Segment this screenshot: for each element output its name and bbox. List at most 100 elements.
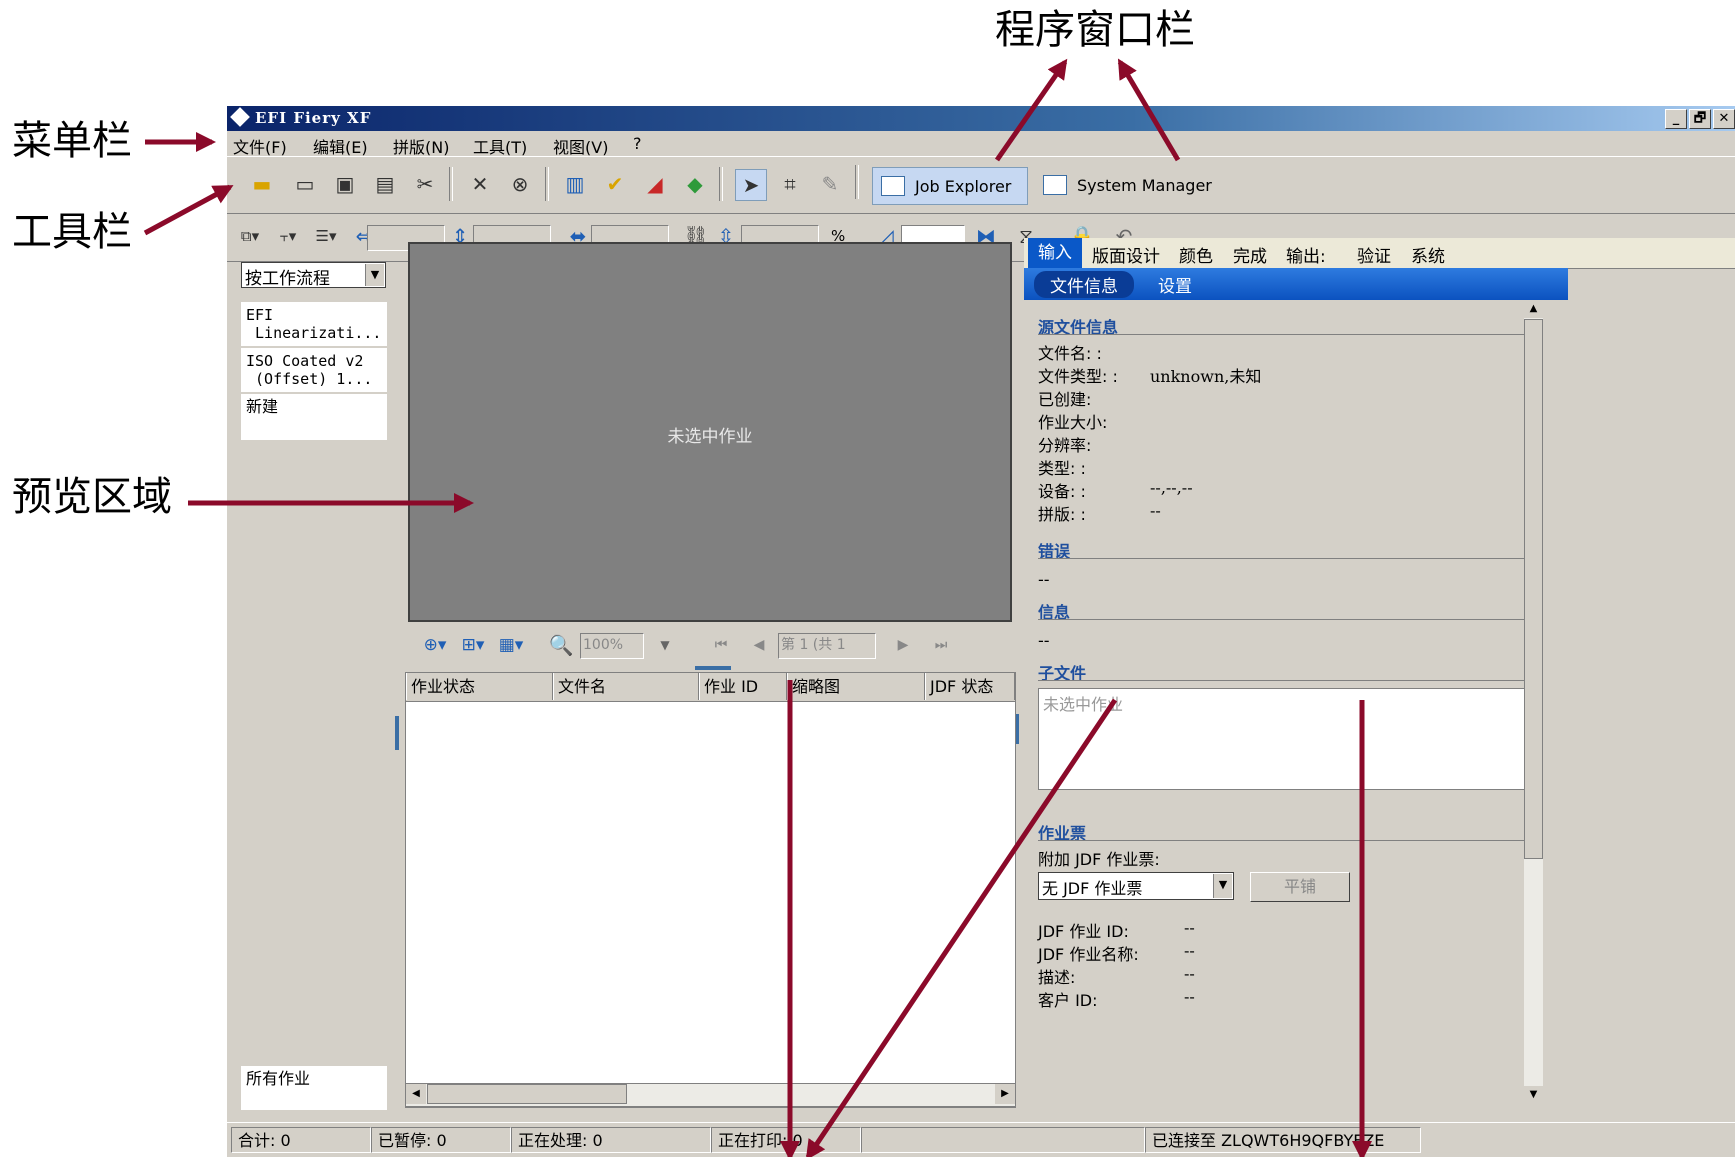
zoom-icon[interactable]: 🔍 — [546, 630, 576, 660]
scroll-thumb[interactable] — [427, 1084, 627, 1104]
select-pointer-icon[interactable]: ➤ — [735, 169, 767, 201]
jdf-description-value: -- — [1184, 964, 1195, 983]
crop-icon[interactable]: ⌗ — [775, 169, 805, 199]
print-icon[interactable]: ▤ — [370, 169, 400, 199]
tab-color[interactable]: 颜色 — [1179, 242, 1213, 267]
workflow-filter-select[interactable]: 按工作流程 ▼ — [241, 262, 386, 289]
subfiles-list[interactable]: 未选中作业 — [1038, 688, 1534, 790]
align-icon[interactable]: ⫟▾ — [273, 221, 303, 251]
archive-icon[interactable]: ⊗ — [505, 169, 535, 199]
zoom-dropdown-icon[interactable]: ▼ — [650, 630, 680, 660]
scroll-up-icon[interactable]: ▲ — [1524, 300, 1543, 318]
scroll-left-icon[interactable]: ◀ — [406, 1084, 426, 1104]
workflow-item[interactable]: EFI Linearizati... — [241, 302, 387, 346]
approve-icon[interactable]: ✔ — [600, 169, 630, 199]
column-jdf-status[interactable]: JDF 状态 — [925, 673, 1015, 700]
tab-verify[interactable]: 验证 — [1357, 242, 1391, 267]
efi-logo-icon — [230, 107, 250, 127]
fit-view-icon[interactable]: ⊕▾ — [420, 630, 450, 660]
menu-edit[interactable]: 编辑(E) — [313, 134, 368, 158]
page-indicator-text: 第 1 (共 1 — [781, 637, 846, 653]
menu-file[interactable]: 文件(F) — [233, 134, 287, 158]
arrow-toolbar — [143, 184, 234, 236]
field-file-name-label: 文件名: : — [1038, 344, 1102, 363]
zoom-input[interactable]: 100% — [580, 633, 644, 659]
menu-tools[interactable]: 工具(T) — [473, 134, 527, 158]
first-page-icon[interactable]: ⏮ — [706, 630, 736, 660]
title-bar: EFI Fiery XF _ 🗗 ✕ — [227, 106, 1735, 131]
menu-view[interactable]: 视图(V) — [553, 134, 608, 158]
column-thumbnail[interactable]: 缩略图 — [787, 673, 925, 700]
cut-icon[interactable]: ✂ — [410, 169, 440, 199]
grid-view-icon[interactable]: ▦▾ — [496, 630, 526, 660]
delete-icon[interactable]: ✕ — [465, 169, 495, 199]
tab-finish[interactable]: 完成 — [1233, 242, 1267, 267]
main-toolbar: ▬ ▭ ▣ ▤ ✂ ✕ ⊗ ▥ ✔ ◢ ◆ ➤ ⌗ ✎ Job Explorer… — [227, 156, 1735, 214]
system-manager-icon — [1043, 175, 1067, 195]
scroll-right-icon[interactable]: ▶ — [995, 1084, 1015, 1104]
status-bar: 合计: 0 已暂停: 0 正在处理: 0 正在打印: 0 已连接至 ZLQWT6… — [227, 1122, 1735, 1157]
tab-output[interactable]: 输出: — [1286, 242, 1326, 267]
subtab-settings[interactable]: 设置 — [1158, 272, 1192, 297]
job-explorer-button[interactable]: Job Explorer — [872, 167, 1028, 205]
layout-view-icon[interactable]: ⊞▾ — [458, 630, 488, 660]
page-indicator: 第 1 (共 1 — [778, 633, 876, 659]
open-book-icon[interactable]: ▭ — [290, 169, 320, 199]
color-tool-icon[interactable]: ◢ — [640, 169, 670, 199]
green-tool-icon[interactable]: ◆ — [680, 169, 710, 199]
left-splitter[interactable] — [395, 716, 399, 750]
jdf-job-name-value: -- — [1184, 941, 1195, 960]
chart-icon[interactable]: ▥ — [560, 169, 590, 199]
minimize-button[interactable]: _ — [1665, 109, 1687, 129]
job-list-table: 作业状态 文件名 作业 ID 缩略图 JDF 状态 — [405, 672, 1016, 1108]
distribute-icon[interactable]: ☰▾ — [311, 221, 341, 251]
subfiles-placeholder: 未选中作业 — [1043, 695, 1124, 714]
subtab-file-info[interactable]: 文件信息 — [1034, 271, 1134, 298]
all-jobs-item[interactable]: 所有作业 — [241, 1066, 387, 1110]
column-job-id[interactable]: 作业 ID — [699, 673, 787, 700]
jdf-customer-id-value: -- — [1184, 987, 1195, 1006]
field-job-size-label: 作业大小: — [1038, 413, 1108, 432]
menu-impose[interactable]: 拼版(N) — [393, 134, 449, 158]
restore-button[interactable]: 🗗 — [1689, 109, 1711, 129]
last-page-icon[interactable]: ⏭ — [926, 630, 956, 660]
property-subtabs: 文件信息 设置 — [1024, 268, 1568, 300]
tab-system[interactable]: 系统 — [1411, 242, 1445, 267]
status-printing: 正在打印: 0 — [711, 1127, 861, 1153]
menu-bar: 文件(F) 编辑(E) 拼版(N) 工具(T) 视图(V) ? — [227, 131, 1735, 158]
close-button[interactable]: ✕ — [1713, 109, 1735, 129]
workflow-item-new[interactable]: 新建 — [241, 394, 387, 440]
tab-layout[interactable]: 版面设计 — [1092, 242, 1160, 267]
arrange-icon[interactable]: ⧉▾ — [235, 221, 265, 251]
info-value: -- — [1038, 631, 1050, 650]
job-list-horizontal-scrollbar[interactable]: ◀ ▶ — [405, 1083, 1016, 1107]
status-paused: 已暂停: 0 — [371, 1127, 511, 1153]
menu-help[interactable]: ? — [633, 134, 642, 153]
scroll-down-icon[interactable]: ▼ — [1524, 1086, 1543, 1104]
pen-icon[interactable]: ✎ — [815, 169, 845, 199]
workflow-item[interactable]: ISO Coated v2 (Offset) 1... — [241, 348, 387, 392]
properties-vertical-scrollbar[interactable]: ▲ ▼ — [1524, 300, 1543, 1104]
errors-value: -- — [1038, 570, 1050, 589]
annotation-menu-bar: 菜单栏 — [12, 118, 132, 164]
next-page-icon[interactable]: ▶ — [888, 630, 918, 660]
scroll-thumb[interactable] — [1524, 319, 1543, 859]
previous-page-icon[interactable]: ◀ — [744, 630, 774, 660]
field-imposition-value: -- — [1150, 501, 1161, 520]
save-icon[interactable]: ▣ — [330, 169, 360, 199]
horizontal-splitter[interactable] — [695, 666, 731, 670]
jdf-description-label: 描述: — [1038, 968, 1076, 987]
preview-empty-message: 未选中作业 — [667, 427, 753, 447]
jdf-ticket-select[interactable]: 无 JDF 作业票 ▼ — [1038, 872, 1234, 900]
tile-button[interactable]: 平铺 — [1250, 872, 1350, 902]
jdf-job-id-label: JDF 作业 ID: — [1038, 922, 1129, 941]
column-job-status[interactable]: 作业状态 — [406, 673, 553, 700]
tab-input[interactable]: 输入 — [1028, 238, 1082, 268]
status-empty — [861, 1127, 1145, 1153]
chevron-down-icon: ▼ — [1213, 874, 1232, 898]
annotation-toolbar: 工具栏 — [12, 209, 132, 255]
status-total: 合计: 0 — [231, 1127, 371, 1153]
system-manager-button[interactable]: System Manager — [1035, 167, 1215, 203]
column-file-name[interactable]: 文件名 — [553, 673, 699, 700]
open-folder-icon[interactable]: ▬ — [247, 169, 277, 199]
